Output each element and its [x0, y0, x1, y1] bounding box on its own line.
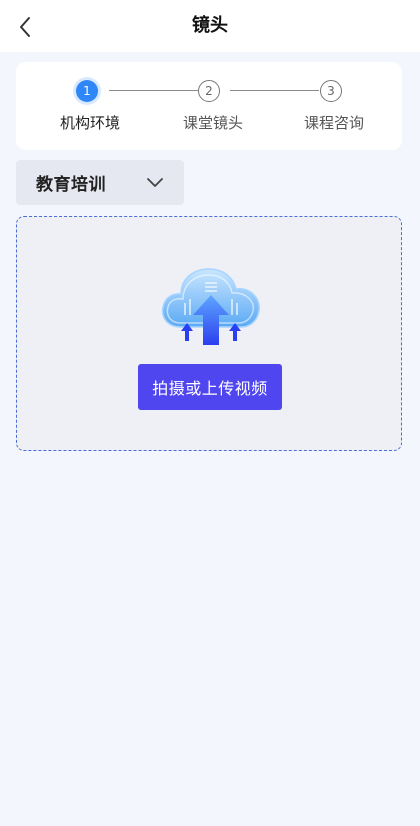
shoot-or-upload-video-button[interactable]: 拍摄或上传视频: [138, 364, 282, 410]
step-1-label: 机构环境: [59, 114, 120, 132]
step-connector: [109, 90, 199, 91]
chevron-down-icon: [147, 178, 163, 187]
cloud-upload-icon: [161, 268, 260, 345]
step-2-indicator: 2: [198, 80, 220, 102]
step-3-indicator: 3: [320, 80, 342, 102]
page-title: 镜头: [192, 15, 228, 36]
category-dropdown[interactable]: 教育培训: [16, 160, 184, 205]
step-3-label: 课程咨询: [303, 114, 364, 132]
step-connector: [230, 90, 319, 91]
category-selected-label: 教育培训: [36, 175, 106, 195]
step-2-label: 课堂镜头: [182, 114, 243, 132]
top-nav-bar: 镜头: [0, 0, 420, 52]
progress-stepper: 1 2 3 机构环境 课堂镜头 课程咨询: [16, 62, 402, 150]
step-1-indicator: 1: [76, 80, 98, 102]
video-upload-area[interactable]: 拍摄或上传视频: [16, 216, 402, 451]
